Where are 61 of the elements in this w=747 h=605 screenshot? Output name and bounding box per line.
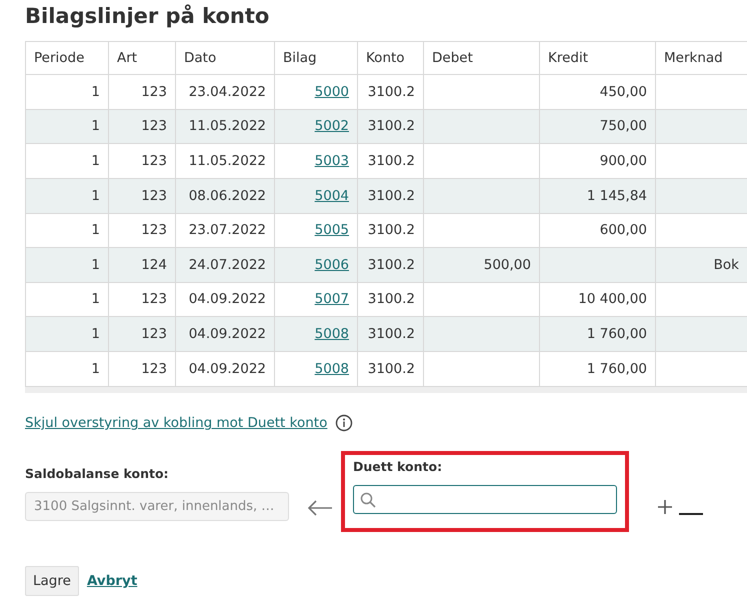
table-cell: 123 xyxy=(108,178,176,214)
table-cell: 3100.2 xyxy=(358,178,424,214)
table-cell: 123 xyxy=(108,109,176,144)
table-cell: 3100.2 xyxy=(358,316,424,352)
table-cell: 3100.2 xyxy=(358,109,424,144)
voucher-link[interactable]: 5008 xyxy=(314,326,349,342)
table-cell: 23.04.2022 xyxy=(176,74,274,110)
table-cell: 900,00 xyxy=(540,144,656,178)
table-cell: 3100.2 xyxy=(358,144,424,178)
column-header: Konto xyxy=(358,42,424,75)
voucher-link[interactable]: 5004 xyxy=(314,188,349,204)
voucher-link[interactable]: 5000 xyxy=(314,84,349,100)
table-cell: 3100.2 xyxy=(358,351,424,386)
search-field[interactable] xyxy=(353,485,617,514)
column-header: Dato xyxy=(176,42,274,75)
voucher-link[interactable]: 5007 xyxy=(314,291,349,308)
table-cell: 1 xyxy=(26,351,108,386)
table-cell: 750,00 xyxy=(540,109,656,144)
field-label: Saldobalanse konto: xyxy=(25,465,170,484)
table-cell: 11.05.2022 xyxy=(176,109,274,144)
cancel-link[interactable]: Avbryt xyxy=(86,571,138,592)
table-cell: 1 760,00 xyxy=(540,351,656,386)
voucher-link[interactable]: 5002 xyxy=(314,118,349,134)
table-cell: 500,00 xyxy=(424,248,540,282)
table-cell: 08.06.2022 xyxy=(176,178,274,214)
table-cell: 123 xyxy=(108,351,176,386)
column-header: Periode xyxy=(26,42,108,75)
table-cell: 450,00 xyxy=(540,74,656,110)
table-cell: Bok xyxy=(656,248,747,282)
table-cell: 04.09.2022 xyxy=(176,316,274,352)
table-cell: 1 145,84 xyxy=(540,178,656,214)
table-cell: 1 xyxy=(26,178,108,214)
table-cell: 1 xyxy=(26,316,108,352)
table-cell: 1 xyxy=(26,74,108,110)
save-button[interactable]: Lagre xyxy=(25,566,79,596)
column-header: Art xyxy=(108,42,176,75)
voucher-link[interactable]: 5006 xyxy=(314,256,349,273)
table-cell: 123 xyxy=(108,74,176,110)
table-cell: 3100.2 xyxy=(358,74,424,110)
table-cell: 04.09.2022 xyxy=(176,351,274,386)
column-header: Bilag xyxy=(274,42,358,75)
table-cell: 124 xyxy=(108,248,176,282)
table-cell: 123 xyxy=(108,144,176,178)
voucher-link[interactable]: 5003 xyxy=(314,153,349,170)
table-cell: 3100.2 xyxy=(358,248,424,282)
column-header: Debet xyxy=(424,42,540,75)
table-cell: 1 xyxy=(26,248,108,282)
table-cell: 11.05.2022 xyxy=(176,144,274,178)
column-header: Merknad xyxy=(656,42,747,75)
page-title: Bilagslinjer på konto xyxy=(25,4,270,30)
table-cell: 1 760,00 xyxy=(540,316,656,352)
column-header: Kredit xyxy=(540,42,656,75)
table-cell: 24.07.2022 xyxy=(176,248,274,282)
field-label: Duett konto: xyxy=(353,458,444,476)
voucher-link[interactable]: 5005 xyxy=(314,222,349,238)
info-icon[interactable] xyxy=(335,413,354,434)
table-cell: 1 xyxy=(26,144,108,178)
voucher-link[interactable]: 5008 xyxy=(314,360,349,377)
toggle-link[interactable]: Skjul overstyring av kobling mot Duett konto xyxy=(25,413,328,434)
table-cell: 123 xyxy=(108,316,176,352)
table-cell: 1 xyxy=(26,109,108,144)
